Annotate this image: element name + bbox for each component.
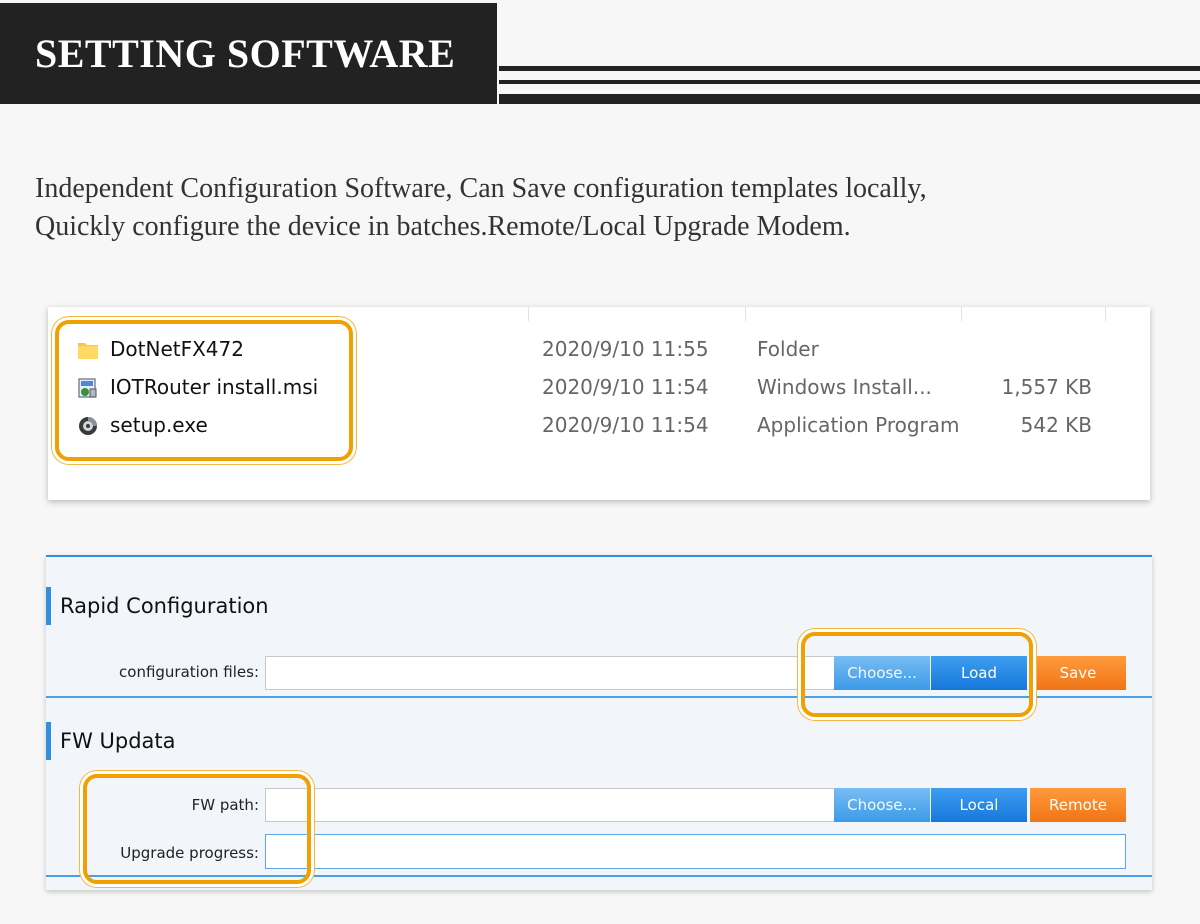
intro-line: Independent Configuration Software, Can … (35, 173, 927, 204)
setup-icon (79, 417, 97, 435)
intro-text: Independent Configuration Software, Can … (35, 170, 1175, 246)
remote-button[interactable]: Remote (1030, 788, 1126, 822)
file-size: 542 KB (1020, 413, 1092, 437)
file-date: 2020/9/10 11:55 (542, 337, 709, 361)
file-name: DotNetFX472 (110, 337, 244, 361)
file-row[interactable]: DotNetFX472 2020/9/10 11:55 Folder (48, 331, 1150, 367)
load-button[interactable]: Load (931, 656, 1027, 690)
section-divider (46, 875, 1152, 877)
fw-path-field[interactable] (265, 788, 838, 823)
file-size: 1,557 KB (1001, 375, 1092, 399)
folder-icon (78, 343, 98, 359)
file-date: 2020/9/10 11:54 (542, 375, 709, 399)
file-date: 2020/9/10 11:54 (542, 413, 709, 437)
upgrade-progress-label: Upgrade progress: (120, 844, 259, 862)
choose-config-button[interactable]: Choose... (834, 656, 930, 690)
save-button[interactable]: Save (1030, 656, 1126, 690)
file-name: IOTRouter install.msi (110, 375, 319, 399)
config-files-label: configuration files: (119, 663, 259, 681)
fw-path-label: FW path: (191, 796, 259, 814)
file-row[interactable]: IOTRouter install.msi 2020/9/10 11:54 Wi… (48, 369, 1150, 405)
config-files-input[interactable] (266, 657, 838, 691)
upgrade-progress-bar (265, 834, 1126, 869)
installer-icon (78, 378, 97, 398)
fw-path-input[interactable] (266, 789, 838, 823)
choose-fw-button[interactable]: Choose... (834, 788, 930, 822)
file-name: setup.exe (110, 413, 208, 437)
header-rule (499, 80, 1200, 84)
header-rule (499, 94, 1200, 104)
column-divider (1105, 307, 1106, 321)
header-rule (499, 66, 1200, 71)
config-files-field[interactable] (265, 656, 838, 691)
column-divider (961, 307, 962, 321)
local-button[interactable]: Local (931, 788, 1027, 822)
section-title: Rapid Configuration (46, 587, 269, 625)
section-divider (46, 696, 1152, 698)
section-title: FW Updata (46, 722, 176, 760)
file-type: Folder (757, 337, 819, 361)
intro-line: Quickly configure the device in batches.… (35, 211, 851, 242)
page-title: SETTING SOFTWARE (0, 3, 497, 104)
file-type: Windows Install... (757, 375, 932, 399)
file-list: DotNetFX472 2020/9/10 11:55 Folder IOTRo… (48, 307, 1150, 500)
column-divider (528, 307, 529, 321)
file-row[interactable]: setup.exe 2020/9/10 11:54 Application Pr… (48, 407, 1150, 443)
config-panel: Rapid Configuration configuration files:… (46, 555, 1152, 890)
column-divider (745, 307, 746, 321)
file-type: Application Program (757, 413, 960, 437)
